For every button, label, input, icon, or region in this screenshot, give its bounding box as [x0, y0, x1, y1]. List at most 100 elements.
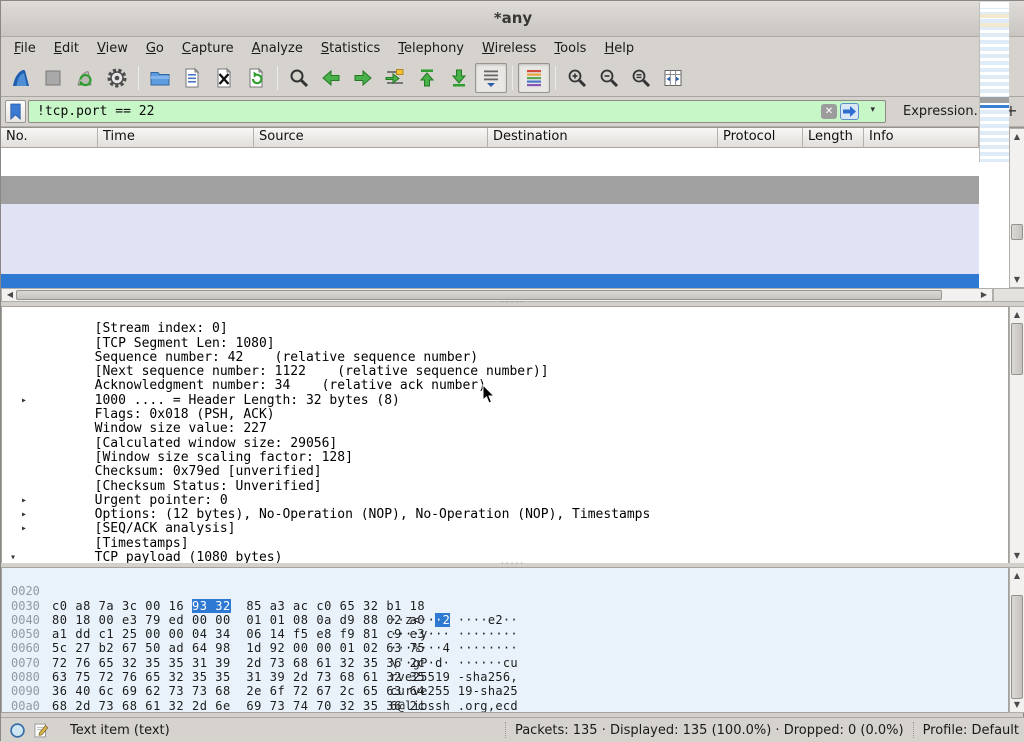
col-header-length[interactable]: Length: [803, 128, 864, 148]
packet-list-vscrollbar[interactable]: ▲ ▼: [1009, 128, 1024, 288]
stop-capture-button[interactable]: [37, 63, 69, 93]
hex-row[interactable]: 0080 36 40 6c 69 62 73 73 68 2e 6f 72 67…: [2, 656, 1008, 670]
hex-row[interactable]: 0090 68 2d 73 68 61 32 2d 6e 69 73 74 70…: [2, 670, 1008, 684]
colorize-toggle[interactable]: [518, 63, 550, 93]
resize-columns-button[interactable]: [657, 63, 689, 93]
packet-row[interactable]: │ 93 71.662015274 192.168.122.60 192.168…: [1, 260, 979, 274]
menu-item[interactable]: View: [88, 38, 137, 59]
filter-bookmark-button[interactable]: [5, 100, 26, 123]
filter-apply-button[interactable]: [840, 103, 859, 120]
filter-history-caret[interactable]: ▾: [870, 105, 875, 115]
packet-row[interactable]: │ 94 71.663856741 192.168.122.1 192.168.…: [1, 274, 979, 288]
auto-scroll-toggle[interactable]: [475, 63, 507, 93]
col-header-time[interactable]: Time: [98, 128, 254, 148]
detail-line[interactable]: [Stream index: 0]: [2, 308, 1008, 322]
go-to-top-button[interactable]: [411, 63, 443, 93]
zoom-out-button[interactable]: [593, 63, 625, 93]
scroll-left-icon[interactable]: ◀: [3, 289, 17, 302]
start-capture-button[interactable]: [5, 63, 37, 93]
detail-line[interactable]: ▸[Timestamps]: [2, 522, 1008, 536]
restart-capture-button[interactable]: [69, 63, 101, 93]
expander-triangle-icon[interactable]: ▸: [21, 494, 27, 508]
scrollbar-thumb[interactable]: [16, 290, 942, 300]
hex-row[interactable]: 00a0 65 63 64 68 2d 73 68 61 32 2d 6e 69…: [2, 684, 1008, 698]
detail-line[interactable]: ▸Flags: 0x018 (PSH, ACK): [2, 394, 1008, 408]
scroll-right-icon[interactable]: ▶: [977, 289, 991, 302]
detail-line[interactable]: [Window size scaling factor: 128]: [2, 437, 1008, 451]
capture-comment-icon[interactable]: [33, 722, 49, 739]
detail-line[interactable]: [TCP Segment Len: 1080]: [2, 322, 1008, 336]
menu-item[interactable]: Capture: [173, 38, 243, 59]
hex-row[interactable]: 0070 63 75 72 76 65 32 35 35 31 39 2d 73…: [2, 641, 1008, 655]
hex-row[interactable]: 0030 80 18 00 e3 79 ed 00 00 01 01 08 0a…: [2, 584, 1008, 598]
go-to-packet-button[interactable]: [379, 63, 411, 93]
display-filter-input[interactable]: !tcp.port == 22 ✕ ▾: [28, 100, 886, 123]
packet-row[interactable]: │ 90 71.648618924 192.168.122.60 192.168…: [1, 218, 979, 232]
hex-row[interactable]: 0060 72 76 65 32 35 35 31 39 2d 73 68 61…: [2, 627, 1008, 641]
zoom-in-button[interactable]: [561, 63, 593, 93]
detail-line[interactable]: Urgent pointer: 0: [2, 480, 1008, 494]
detail-line[interactable]: Acknowledgment number: 34 (relative ack …: [2, 365, 1008, 379]
hex-row[interactable]: 00b0 38 34 2c 65 63 64 68 2d 73 68 61 32…: [2, 699, 1008, 713]
details-vscrollbar[interactable]: ▲ ▼: [1009, 306, 1024, 564]
detail-line[interactable]: ▸[SEQ/ACK analysis]: [2, 508, 1008, 522]
expander-triangle-icon[interactable]: ▸: [21, 508, 27, 522]
close-file-button[interactable]: [208, 63, 240, 93]
detail-line[interactable]: TCP payload (1080 bytes): [2, 537, 1008, 551]
go-forward-button[interactable]: [347, 63, 379, 93]
col-header-info[interactable]: Info: [864, 128, 979, 148]
scroll-up-icon[interactable]: ▲: [1010, 130, 1024, 143]
menu-item[interactable]: Edit: [45, 38, 88, 59]
detail-line[interactable]: [Checksum Status: Unverified]: [2, 465, 1008, 479]
scroll-down-icon[interactable]: ▼: [1010, 549, 1024, 562]
profile-label[interactable]: Profile: Default: [923, 723, 1019, 738]
col-header-no[interactable]: No.: [1, 128, 98, 148]
packet-row[interactable]: │ 89 71.648191037 192.168.122.60 192.168…: [1, 204, 979, 218]
menu-item[interactable]: Statistics: [312, 38, 389, 59]
packet-list-hscrollbar[interactable]: ◀ ▶: [1, 288, 993, 302]
packet-row[interactable]: ┌ 87 71.647777234 192.168.122.60 192.168…: [1, 176, 979, 190]
packet-row[interactable]: 86 70.013850163 fe:54:00:d4:38:2a STP 54…: [1, 162, 979, 176]
packet-row[interactable]: │ 91 71.648789678 192.168.122.1 192.168.…: [1, 232, 979, 246]
col-header-protocol[interactable]: Protocol: [718, 128, 803, 148]
detail-line[interactable]: Window size value: 227: [2, 408, 1008, 422]
detail-line[interactable]: Checksum: 0x79ed [unverified]: [2, 451, 1008, 465]
menu-item[interactable]: Wireless: [473, 38, 545, 59]
menu-item[interactable]: Analyze: [243, 38, 312, 59]
col-header-source[interactable]: Source: [254, 128, 488, 148]
go-to-bottom-button[interactable]: [443, 63, 475, 93]
hex-row[interactable]: 0020 c0 a8 7a 3c 00 16 93 32 85 a3 ac c0…: [2, 570, 1008, 584]
packet-row[interactable]: │ 88 71.648146932 192.168.122.1 192.168.…: [1, 190, 979, 204]
capture-options-button[interactable]: [101, 63, 133, 93]
col-header-destination[interactable]: Destination: [488, 128, 718, 148]
expander-triangle-icon[interactable]: ▸: [21, 394, 27, 408]
menu-item[interactable]: File: [5, 38, 45, 59]
expander-triangle-icon[interactable]: ▸: [21, 522, 27, 536]
scrollbar-thumb[interactable]: [1011, 595, 1023, 699]
reload-file-button[interactable]: [240, 63, 272, 93]
bytes-vscrollbar[interactable]: ▲ ▼: [1009, 567, 1024, 713]
detail-line[interactable]: ▸Options: (12 bytes), No-Operation (NOP)…: [2, 494, 1008, 508]
expert-info-icon[interactable]: [9, 722, 26, 739]
scroll-up-icon[interactable]: ▲: [1010, 308, 1024, 321]
detail-line[interactable]: [Calculated window size: 29056]: [2, 422, 1008, 436]
scroll-down-icon[interactable]: ▼: [1010, 273, 1024, 286]
open-file-button[interactable]: [144, 63, 176, 93]
hex-row[interactable]: 0050 5c 27 b2 67 50 ad 64 98 1d 92 00 00…: [2, 613, 1008, 627]
expression-button[interactable]: Expression...: [903, 97, 986, 126]
scrollbar-thumb[interactable]: [1011, 224, 1023, 240]
find-packet-button[interactable]: [283, 63, 315, 93]
detail-line[interactable]: 1000 .... = Header Length: 32 bytes (8): [2, 379, 1008, 393]
detail-line[interactable]: Sequence number: 42 (relative sequence n…: [2, 337, 1008, 351]
go-back-button[interactable]: [315, 63, 347, 93]
packet-row[interactable]: │ 92 71.661949820 192.168.122.1 192.168.…: [1, 246, 979, 260]
menu-item[interactable]: Go: [137, 38, 173, 59]
save-file-button[interactable]: [176, 63, 208, 93]
packet-list-minimap[interactable]: [979, 2, 1009, 162]
hex-row[interactable]: 0040 a1 dd c1 25 00 00 04 34 06 14 f5 e8…: [2, 599, 1008, 613]
packet-row[interactable]: 85 68.001734936 fe:54:00:d4:38:2a STP 54…: [1, 148, 979, 162]
zoom-reset-button[interactable]: [625, 63, 657, 93]
filter-clear-button[interactable]: ✕: [821, 104, 837, 119]
menu-item[interactable]: Tools: [545, 38, 595, 59]
scrollbar-thumb[interactable]: [1011, 323, 1023, 375]
